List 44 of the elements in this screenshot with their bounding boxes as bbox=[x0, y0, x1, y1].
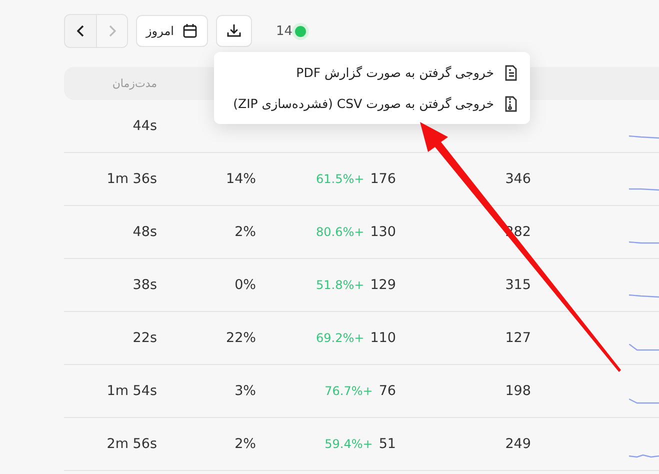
menu-item[interactable]: خروجی گرفتن به صورت گزارش PDF bbox=[214, 57, 530, 88]
table-cell: 76 bbox=[378, 383, 396, 399]
sparkline bbox=[629, 344, 659, 352]
table-cell-text: 346 bbox=[504, 171, 531, 187]
table-cell: 110 bbox=[370, 330, 396, 346]
chevron-left-icon bbox=[76, 25, 84, 37]
change-value: 76.7%+ bbox=[324, 384, 373, 398]
table-cell-text: 0% bbox=[234, 277, 256, 293]
document-icon bbox=[504, 64, 518, 80]
live-count: 14 bbox=[276, 24, 293, 38]
table-cell: 176 bbox=[370, 171, 396, 187]
table-cell-text: 2% bbox=[234, 224, 256, 240]
table-cell-text: 44s bbox=[132, 118, 157, 134]
change-value: 80.6%+ bbox=[316, 225, 364, 239]
table-cell-text: 48s bbox=[132, 224, 157, 240]
table-cell-text: 1m 36s bbox=[106, 171, 157, 187]
table-cell-text: 22s bbox=[132, 330, 157, 346]
sparkline bbox=[629, 397, 659, 405]
column-header: مدت‌زمان bbox=[111, 77, 157, 90]
zip-file-icon bbox=[504, 96, 518, 112]
table-cell-text: 1m 54s bbox=[106, 383, 157, 399]
menu-item[interactable]: خروجی گرفتن به صورت CSV (فشرده‌سازی ZIP) bbox=[214, 88, 530, 119]
table-cell-text: 249 bbox=[504, 436, 531, 452]
change-value: 59.4%+ bbox=[324, 437, 373, 451]
calendar-icon bbox=[182, 23, 198, 39]
table-cell-text: 22% bbox=[224, 330, 256, 346]
change-value: 61.5%+ bbox=[316, 172, 364, 186]
table-cell-text: 198 bbox=[504, 383, 531, 399]
table-cell-text: 14% bbox=[224, 171, 256, 187]
download-button[interactable] bbox=[216, 15, 252, 47]
download-icon bbox=[226, 23, 242, 39]
change-value: 51.8%+ bbox=[316, 278, 364, 292]
table-cell-text: 2m 56s bbox=[106, 436, 157, 452]
table-cell: 129 bbox=[370, 277, 396, 293]
table-cell: 51 bbox=[378, 436, 396, 452]
change-value: 69.2%+ bbox=[316, 331, 364, 345]
table-cell: 130 bbox=[370, 224, 396, 240]
table-cell-text: 38s bbox=[132, 277, 157, 293]
date-button[interactable]: امروز bbox=[136, 15, 208, 47]
table-cell-text: 2% bbox=[234, 436, 256, 452]
table-cell-text: 315 bbox=[504, 277, 531, 293]
table-cell-text: 127 bbox=[504, 330, 531, 346]
table-cell-text: 3% bbox=[234, 383, 256, 399]
chevron-right-icon bbox=[108, 25, 116, 37]
